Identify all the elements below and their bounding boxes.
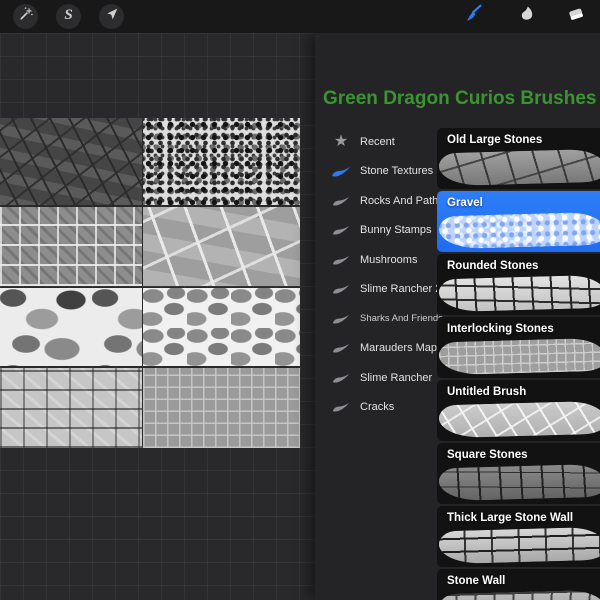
brush-stroke-icon bbox=[328, 372, 354, 384]
brush-set-rocks-and-paths[interactable]: Rocks And Paths bbox=[315, 186, 444, 216]
brush-gravel[interactable]: Gravel bbox=[437, 191, 600, 252]
brush-stroke-icon bbox=[328, 313, 354, 325]
paintbrush-icon bbox=[463, 4, 483, 29]
brush-stone-wall[interactable]: Stone Wall bbox=[437, 569, 600, 600]
dark-crazy-paving-stroke bbox=[0, 118, 142, 205]
cobblestone-stroke bbox=[0, 207, 142, 286]
smudge-finger-icon bbox=[517, 4, 537, 29]
brush-stroke-preview bbox=[438, 400, 600, 439]
brush-stroke-preview bbox=[438, 274, 600, 313]
smudge-button[interactable] bbox=[514, 4, 539, 29]
paint-button[interactable] bbox=[460, 4, 485, 29]
brush-stroke-icon bbox=[328, 195, 354, 207]
brush-stroke-preview bbox=[438, 337, 600, 376]
brush-set-slime-rancher[interactable]: Slime Rancher bbox=[315, 363, 437, 393]
transform-arrow-icon bbox=[104, 6, 120, 27]
brush-list: Old Large Stones Gravel Rounded Stones I… bbox=[437, 128, 600, 600]
brush-set-sharks-and-friends[interactable]: Sharks And Friends bbox=[315, 304, 443, 334]
brush-set-mushrooms[interactable]: Mushrooms bbox=[315, 245, 437, 275]
brush-set-cracks[interactable]: Cracks bbox=[315, 393, 437, 423]
transform-button[interactable] bbox=[99, 4, 124, 29]
brush-stroke-preview bbox=[438, 463, 600, 502]
brush-set-title: Green Dragon Curios Brushes bbox=[323, 88, 597, 109]
star-icon: ★ bbox=[333, 132, 349, 150]
basketweave-paving-stroke bbox=[143, 368, 300, 448]
brush-set-stone-textures[interactable]: Stone Textures bbox=[315, 157, 437, 187]
eraser-icon bbox=[566, 4, 586, 29]
brush-set-recent[interactable]: ★ Recent bbox=[315, 127, 437, 157]
brush-set-marauders-map[interactable]: Marauders Map bbox=[315, 334, 437, 364]
rounded-stone-stroke bbox=[143, 288, 300, 366]
brush-set-bunny-stamps[interactable]: Bunny Stamps bbox=[315, 216, 437, 246]
brush-stroke-icon bbox=[328, 283, 354, 295]
top-toolbar: S bbox=[0, 0, 600, 33]
magic-wand-icon bbox=[17, 6, 34, 28]
mortared-stone-stroke bbox=[0, 288, 142, 366]
rubble-wall-stroke bbox=[0, 368, 142, 448]
brush-interlocking-stones[interactable]: Interlocking Stones bbox=[437, 317, 600, 378]
erase-button[interactable] bbox=[563, 4, 588, 29]
brush-stroke-preview bbox=[438, 526, 600, 565]
brush-stroke-icon bbox=[328, 342, 354, 354]
brush-stroke-icon bbox=[328, 165, 354, 178]
brush-stroke-preview bbox=[438, 589, 600, 600]
brush-untitled-brush[interactable]: Untitled Brush bbox=[437, 380, 600, 441]
speckled-gravel-stroke bbox=[143, 118, 300, 205]
adjustments-button[interactable] bbox=[13, 4, 38, 29]
brush-thick-large-stone-wall[interactable]: Thick Large Stone Wall bbox=[437, 506, 600, 567]
brush-rounded-stones[interactable]: Rounded Stones bbox=[437, 254, 600, 315]
brush-stroke-icon bbox=[328, 224, 354, 236]
flagstone-stroke bbox=[143, 207, 300, 286]
brush-set-list: ★ Recent Stone Textures Rocks And Paths … bbox=[315, 127, 444, 423]
brush-stroke-preview bbox=[438, 211, 600, 250]
selections-button[interactable]: S bbox=[56, 4, 81, 29]
selection-s-icon: S bbox=[64, 7, 73, 23]
brush-stroke-preview bbox=[438, 148, 600, 187]
brush-stroke-icon bbox=[328, 401, 354, 413]
brush-old-large-stones[interactable]: Old Large Stones bbox=[437, 128, 600, 189]
brush-set-slime-rancher-2[interactable]: Slime Rancher 2 bbox=[315, 275, 441, 305]
brush-library-panel: Green Dragon Curios Brushes ★ Recent Sto… bbox=[315, 33, 600, 600]
brush-stroke-icon bbox=[328, 254, 354, 266]
brush-square-stones[interactable]: Square Stones bbox=[437, 443, 600, 504]
